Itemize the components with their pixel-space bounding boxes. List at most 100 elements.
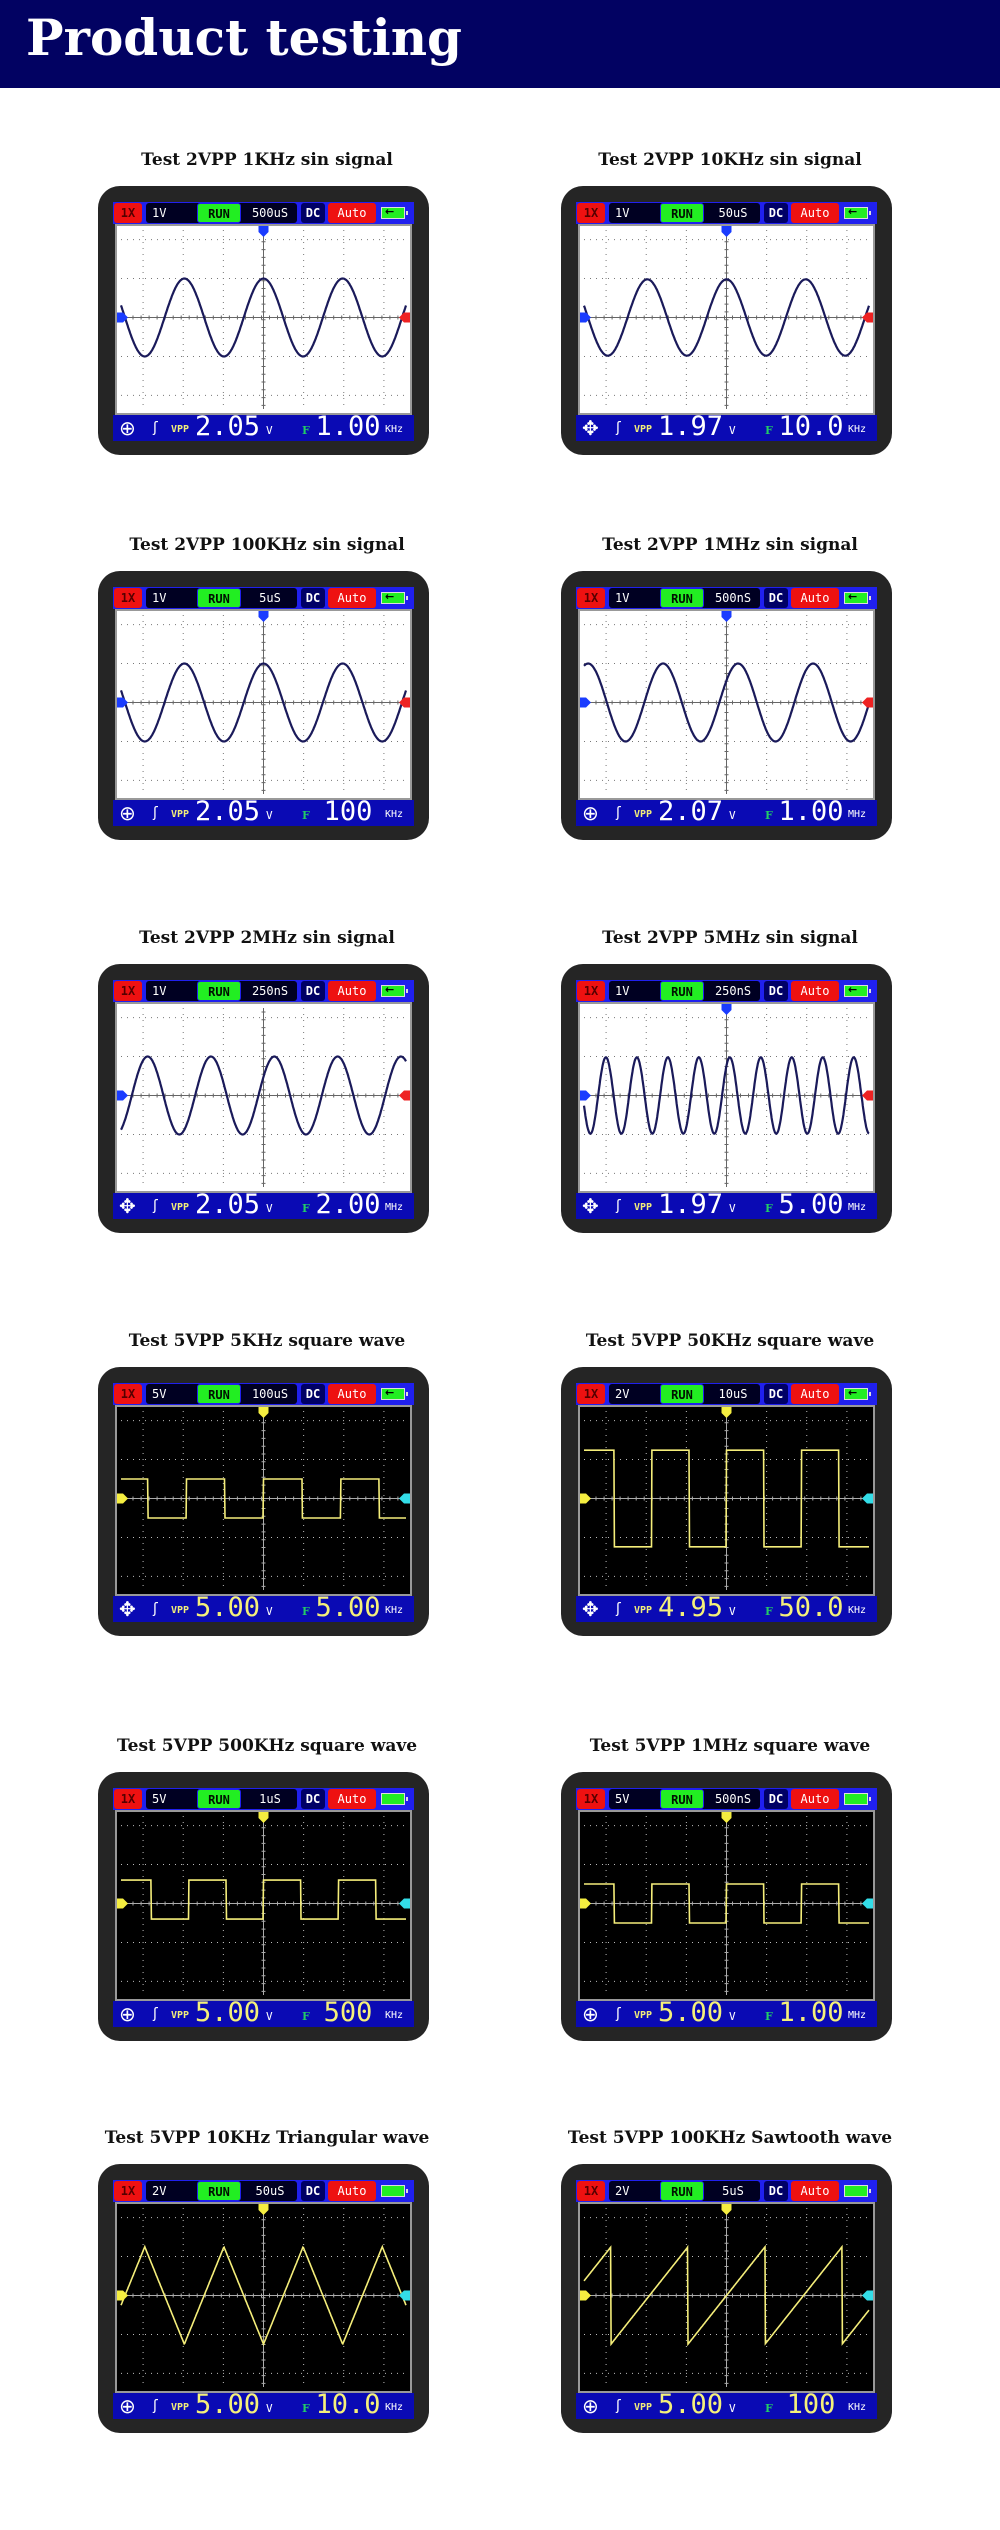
coupling[interactable]: DC xyxy=(764,2181,788,2201)
position-crosshair-icon[interactable]: ⊕ xyxy=(582,2393,599,2419)
coupling[interactable]: DC xyxy=(301,2181,325,2201)
trigger-mode[interactable]: Auto xyxy=(791,203,839,223)
probe-attenuation[interactable]: 1X xyxy=(577,588,605,608)
trigger-position-marker[interactable] xyxy=(721,2204,732,2215)
run-status[interactable]: RUN xyxy=(660,1384,704,1404)
channel-offset-marker[interactable] xyxy=(117,1090,128,1101)
trigger-mode[interactable]: Auto xyxy=(791,1384,839,1404)
run-status[interactable]: RUN xyxy=(197,981,241,1001)
trigger-level-marker[interactable] xyxy=(862,1493,873,1504)
time-per-div[interactable]: 10uS xyxy=(706,1384,760,1404)
trigger-position-marker[interactable] xyxy=(721,226,732,237)
time-per-div[interactable]: 50uS xyxy=(706,203,760,223)
time-per-div[interactable]: 250nS xyxy=(706,981,760,1001)
probe-attenuation[interactable]: 1X xyxy=(114,2181,142,2201)
trigger-position-marker[interactable] xyxy=(258,2204,269,2215)
time-per-div[interactable]: 100uS xyxy=(243,1384,297,1404)
probe-attenuation[interactable]: 1X xyxy=(577,981,605,1001)
probe-attenuation[interactable]: 1X xyxy=(577,2181,605,2201)
move-arrows-icon[interactable]: ✥ xyxy=(582,1193,599,1219)
trigger-mode[interactable]: Auto xyxy=(328,1384,376,1404)
probe-attenuation[interactable]: 1X xyxy=(114,1789,142,1809)
position-crosshair-icon[interactable]: ⊕ xyxy=(119,2001,136,2027)
run-status[interactable]: RUN xyxy=(660,981,704,1001)
trigger-mode[interactable]: Auto xyxy=(328,981,376,1001)
trigger-position-marker[interactable] xyxy=(258,611,269,622)
probe-attenuation[interactable]: 1X xyxy=(114,203,142,223)
run-status[interactable]: RUN xyxy=(197,203,241,223)
coupling[interactable]: DC xyxy=(301,981,325,1001)
run-status[interactable]: RUN xyxy=(660,1789,704,1809)
run-status[interactable]: RUN xyxy=(197,2181,241,2201)
trigger-level-marker[interactable] xyxy=(862,2290,873,2301)
time-per-div[interactable]: 5uS xyxy=(243,588,297,608)
coupling[interactable]: DC xyxy=(301,1384,325,1404)
channel-offset-marker[interactable] xyxy=(117,1898,128,1909)
trigger-mode[interactable]: Auto xyxy=(791,2181,839,2201)
run-status[interactable]: RUN xyxy=(197,1384,241,1404)
move-arrows-icon[interactable]: ✥ xyxy=(582,415,599,441)
run-status[interactable]: RUN xyxy=(660,2181,704,2201)
run-status[interactable]: RUN xyxy=(197,1789,241,1809)
channel-offset-marker[interactable] xyxy=(580,2290,591,2301)
coupling[interactable]: DC xyxy=(764,1384,788,1404)
coupling[interactable]: DC xyxy=(764,588,788,608)
battery-icon xyxy=(844,2185,871,2197)
trigger-level-marker[interactable] xyxy=(399,1090,410,1101)
run-status[interactable]: RUN xyxy=(660,588,704,608)
trigger-mode[interactable]: Auto xyxy=(328,1789,376,1809)
trigger-position-marker[interactable] xyxy=(258,1812,269,1823)
trigger-position-marker[interactable] xyxy=(721,611,732,622)
trigger-level-marker[interactable] xyxy=(862,1090,873,1101)
trigger-level-marker[interactable] xyxy=(399,1493,410,1504)
probe-attenuation[interactable]: 1X xyxy=(114,588,142,608)
trigger-level-marker[interactable] xyxy=(862,1898,873,1909)
channel-offset-marker[interactable] xyxy=(580,697,591,708)
trigger-position-marker[interactable] xyxy=(721,1407,732,1418)
position-crosshair-icon[interactable]: ⊕ xyxy=(119,800,136,826)
position-crosshair-icon[interactable]: ⊕ xyxy=(582,800,599,826)
position-crosshair-icon[interactable]: ⊕ xyxy=(119,2393,136,2419)
trigger-position-marker[interactable] xyxy=(721,1812,732,1823)
trigger-level-marker[interactable] xyxy=(399,1898,410,1909)
trigger-level-marker[interactable] xyxy=(862,697,873,708)
time-per-div[interactable]: 50uS xyxy=(243,2181,297,2201)
coupling[interactable]: DC xyxy=(301,1789,325,1809)
time-per-div[interactable]: 1uS xyxy=(243,1789,297,1809)
move-arrows-icon[interactable]: ✥ xyxy=(119,1193,136,1219)
channel-offset-marker[interactable] xyxy=(580,1090,591,1101)
coupling[interactable]: DC xyxy=(301,588,325,608)
move-arrows-icon[interactable]: ✥ xyxy=(582,1596,599,1622)
trigger-position-marker[interactable] xyxy=(721,1004,732,1015)
coupling[interactable]: DC xyxy=(764,1789,788,1809)
move-arrows-icon[interactable]: ✥ xyxy=(119,1596,136,1622)
time-per-div[interactable]: 250nS xyxy=(243,981,297,1001)
run-status[interactable]: RUN xyxy=(197,588,241,608)
time-per-div[interactable]: 500uS xyxy=(243,203,297,223)
trigger-mode[interactable]: Auto xyxy=(791,981,839,1001)
coupling[interactable]: DC xyxy=(764,203,788,223)
trigger-mode[interactable]: Auto xyxy=(328,588,376,608)
coupling[interactable]: DC xyxy=(301,203,325,223)
trigger-mode[interactable]: Auto xyxy=(328,203,376,223)
trigger-mode[interactable]: Auto xyxy=(791,1789,839,1809)
time-per-div[interactable]: 500nS xyxy=(706,1789,760,1809)
probe-attenuation[interactable]: 1X xyxy=(114,981,142,1001)
run-status[interactable]: RUN xyxy=(660,203,704,223)
trigger-position-marker[interactable] xyxy=(258,1407,269,1418)
channel-offset-marker[interactable] xyxy=(580,1898,591,1909)
coupling[interactable]: DC xyxy=(764,981,788,1001)
position-crosshair-icon[interactable]: ⊕ xyxy=(119,415,136,441)
trigger-position-marker[interactable] xyxy=(258,226,269,237)
probe-attenuation[interactable]: 1X xyxy=(577,1789,605,1809)
position-crosshair-icon[interactable]: ⊕ xyxy=(582,2001,599,2027)
probe-attenuation[interactable]: 1X xyxy=(577,203,605,223)
probe-attenuation[interactable]: 1X xyxy=(114,1384,142,1404)
channel-offset-marker[interactable] xyxy=(117,1493,128,1504)
time-per-div[interactable]: 500nS xyxy=(706,588,760,608)
trigger-mode[interactable]: Auto xyxy=(791,588,839,608)
time-per-div[interactable]: 5uS xyxy=(706,2181,760,2201)
trigger-mode[interactable]: Auto xyxy=(328,2181,376,2201)
probe-attenuation[interactable]: 1X xyxy=(577,1384,605,1404)
channel-offset-marker[interactable] xyxy=(580,1493,591,1504)
